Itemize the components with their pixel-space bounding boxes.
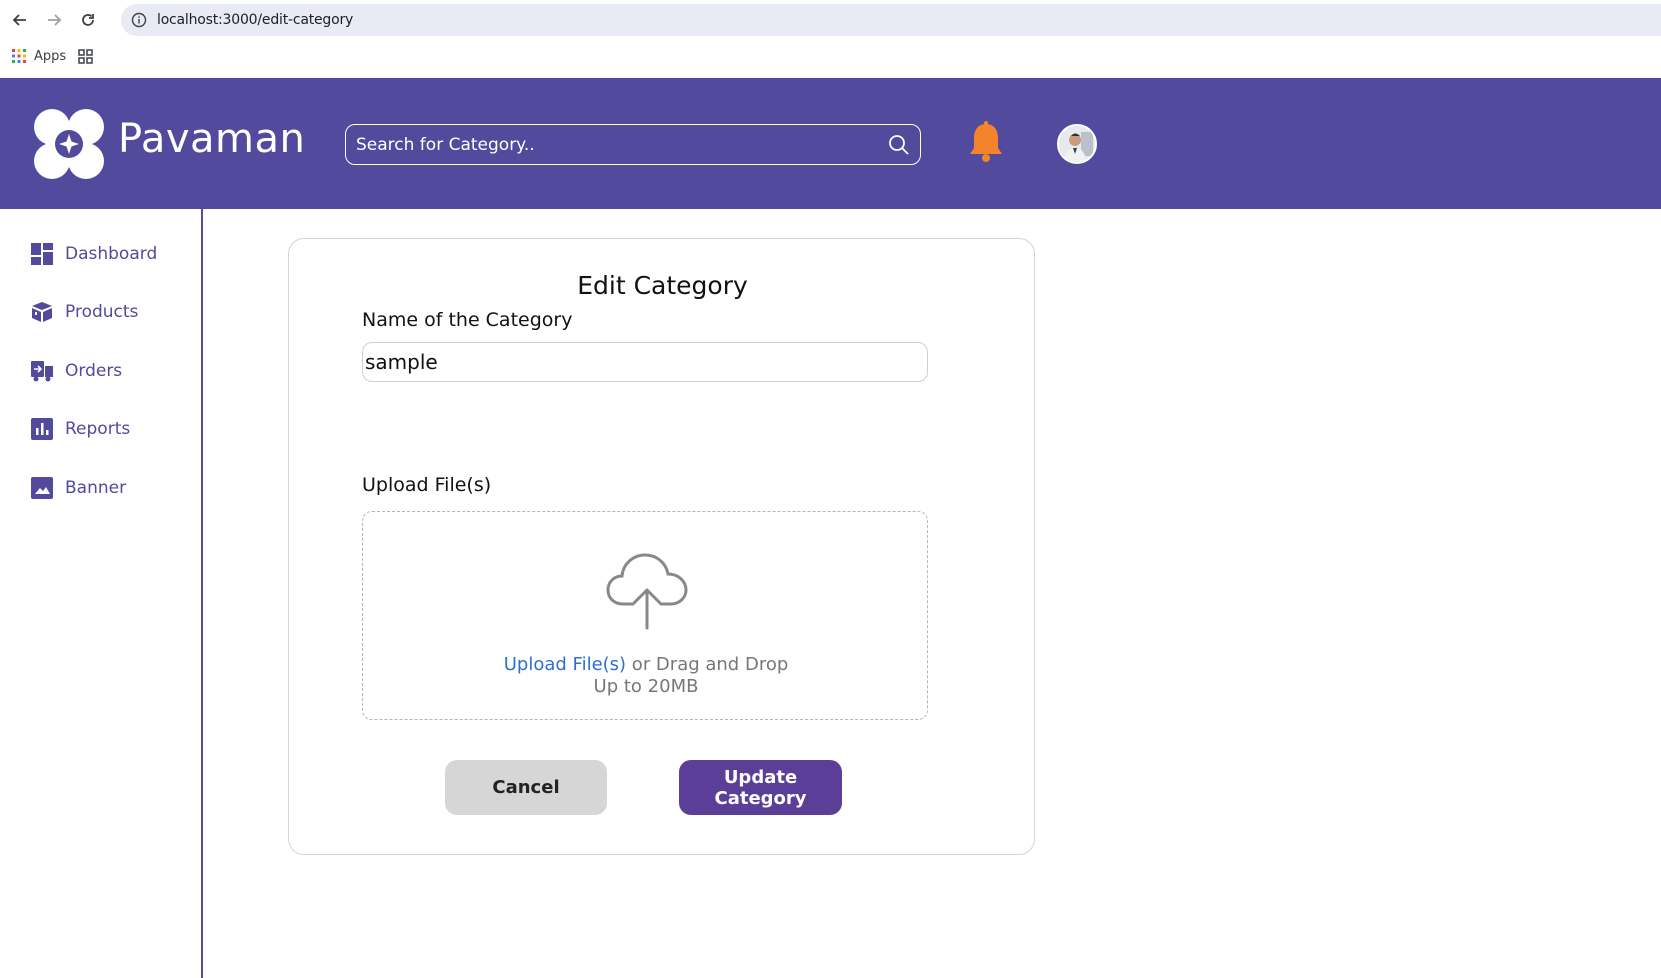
bookmarks-bar	[0, 40, 1661, 78]
upload-size-limit: Up to 20MB	[593, 676, 699, 697]
sidebar-item-label: Dashboard	[65, 244, 158, 264]
orders-icon	[31, 360, 53, 382]
sidebar-item-label: Products	[65, 302, 139, 322]
box-icon	[31, 301, 53, 323]
brand-name: Pavaman	[118, 116, 306, 162]
apps-grid-icon[interactable]	[12, 49, 26, 63]
info-icon	[131, 12, 147, 28]
arrow-left-icon	[12, 14, 26, 26]
address-bar[interactable]: localhost:3000/edit-category	[121, 4, 1661, 36]
bell-icon[interactable]	[968, 121, 1004, 163]
reload-icon	[82, 14, 94, 26]
sidebar-item-label: Banner	[65, 478, 127, 498]
sidebar-item-banner[interactable]: Banner	[31, 475, 126, 501]
update-category-button[interactable]: Update Category	[679, 760, 842, 815]
edit-category-card: Edit Category Name of the Category Uploa…	[288, 238, 1035, 855]
back-button[interactable]	[8, 8, 32, 32]
drag-drop-text: or Drag and Drop	[626, 654, 789, 675]
app-header: Pavaman	[0, 78, 1661, 209]
category-name-field[interactable]	[362, 342, 928, 382]
sidebar-item-reports[interactable]: Reports	[31, 416, 130, 442]
cancel-button[interactable]: Cancel	[445, 760, 607, 815]
arrow-right-icon	[48, 14, 62, 26]
search-icon[interactable]	[888, 134, 910, 156]
sidebar: Dashboard Products Orders Reports Banner	[0, 209, 203, 978]
apps-bookmark[interactable]: Apps	[34, 49, 66, 64]
dropzone-instructions: Upload File(s) or Drag and Drop	[363, 654, 929, 675]
user-photo-icon	[1059, 126, 1095, 162]
sidebar-item-orders[interactable]: Orders	[31, 358, 122, 384]
forward-button[interactable]	[42, 8, 66, 32]
image-icon	[31, 477, 53, 499]
sidebar-item-label: Orders	[65, 361, 123, 381]
upload-label: Upload File(s)	[362, 474, 492, 496]
logo-icon[interactable]	[32, 107, 106, 181]
sidebar-item-products[interactable]: Products	[31, 299, 138, 325]
tab-groups-icon[interactable]	[78, 49, 93, 64]
file-dropzone[interactable]: Upload File(s) or Drag and Drop Up to 20…	[362, 511, 928, 720]
search-bar	[345, 124, 921, 165]
sidebar-item-dashboard[interactable]: Dashboard	[31, 241, 157, 267]
upload-files-link[interactable]: Upload File(s)	[504, 654, 626, 675]
browser-toolbar: localhost:3000/edit-category	[0, 0, 1661, 40]
page-title: Edit Category	[577, 271, 748, 300]
reload-button[interactable]	[76, 8, 100, 32]
sidebar-item-label: Reports	[65, 419, 131, 439]
url-text: localhost:3000/edit-category	[157, 12, 354, 28]
category-name-label: Name of the Category	[362, 309, 573, 331]
cloud-upload-icon	[606, 553, 688, 630]
bar-chart-icon	[31, 418, 53, 440]
dashboard-icon	[31, 243, 53, 265]
avatar[interactable]	[1057, 124, 1097, 164]
search-input[interactable]	[356, 133, 856, 157]
